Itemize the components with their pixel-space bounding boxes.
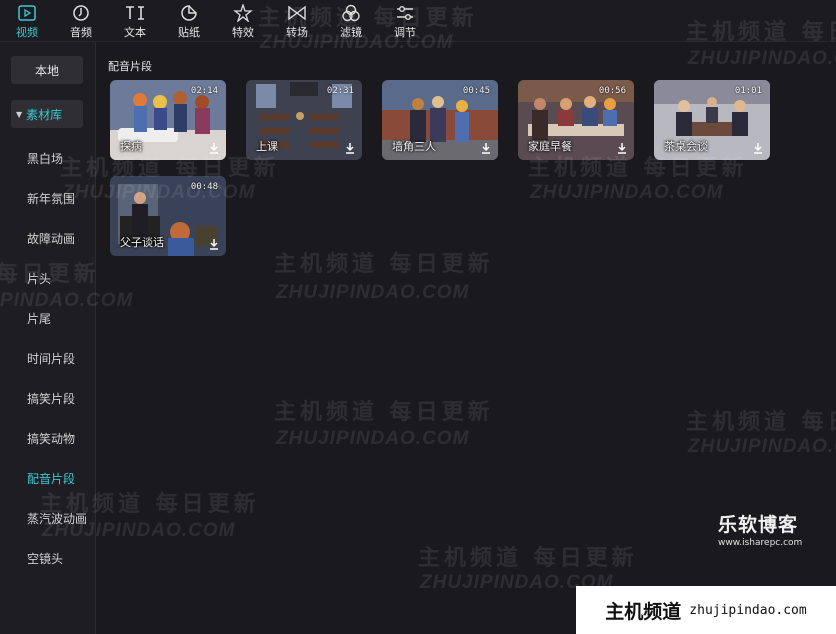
sidebar-item-black-white[interactable]: 黑白场 (27, 150, 63, 167)
clip-duration: 01:01 (734, 86, 762, 96)
tab-transition[interactable]: 转场 (270, 0, 324, 42)
effects-star-icon (232, 3, 254, 23)
music-note-icon (70, 3, 92, 23)
clip-card[interactable]: 02:14 探病 (110, 80, 226, 160)
tab-label: 特效 (232, 25, 254, 39)
clip-name: 父子谈话 (120, 236, 164, 249)
footer-badge: 主机频道 zhujipindao.com (576, 586, 836, 634)
library-button[interactable]: ▼ 素材库 (11, 100, 83, 128)
download-icon[interactable] (616, 142, 628, 154)
watermark-text: 主机频道 每日更新 (686, 409, 836, 435)
sidebar-item-new-year[interactable]: 新年氛围 (27, 190, 75, 207)
watermark-url: ZHUJIPINDAO.COM (276, 428, 470, 449)
watermark-url: ZHUJIPINDAO.COM (530, 182, 724, 203)
sidebar-item-vaporwave[interactable]: 蒸汽波动画 (27, 510, 87, 527)
clip-duration: 02:14 (190, 86, 218, 96)
video-icon (16, 3, 38, 23)
clip-name: 家庭早餐 (528, 140, 572, 153)
sidebar-item-funny-animals[interactable]: 搞笑动物 (27, 430, 75, 447)
local-button[interactable]: 本地 (11, 56, 83, 84)
sidebar-item-empty-shots[interactable]: 空镜头 (27, 550, 63, 567)
download-icon[interactable] (752, 142, 764, 154)
clip-card[interactable]: 02:31 上课 (246, 80, 362, 160)
tab-filter[interactable]: 滤镜 (324, 0, 378, 42)
brand-name: 乐软博客 (718, 514, 799, 536)
text-icon (124, 3, 146, 23)
download-icon[interactable] (480, 142, 492, 154)
download-icon[interactable] (208, 238, 220, 250)
tab-label: 音频 (70, 25, 92, 39)
library-label: 素材库 (26, 107, 63, 122)
watermark-url: ZHUJIPINDAO.COM (688, 48, 836, 69)
footer-badge-cn: 主机频道 (605, 600, 682, 623)
tab-label: 调节 (394, 25, 416, 39)
brand-logo: 乐软博客 www.isharepc.com (718, 510, 802, 548)
download-icon[interactable] (208, 142, 220, 154)
watermark-text: 主机频道 每日更新 (274, 399, 494, 425)
watermark-text: 主机频道 每日更新 (418, 545, 638, 571)
clip-name: 茶桌会谈 (664, 140, 708, 153)
brand-url: www.isharepc.com (718, 538, 803, 548)
clip-card[interactable]: 01:01 茶桌会谈 (654, 80, 770, 160)
clip-name: 墙角三人 (392, 140, 436, 153)
clip-card[interactable]: 00:45 墙角三人 (382, 80, 498, 160)
tab-effects[interactable]: 特效 (216, 0, 270, 42)
transition-icon (286, 3, 308, 23)
clip-duration: 02:31 (326, 86, 354, 96)
sidebar: 本地 ▼ 素材库 黑白场 新年氛围 故障动画 片头 片尾 时间片段 搞笑片段 搞… (0, 42, 96, 634)
watermark-url: ZHUJIPINDAO.COM (276, 282, 470, 303)
caret-down-icon: ▼ (16, 109, 23, 119)
clip-card[interactable]: 00:48 父子谈话 (110, 176, 226, 256)
sticker-icon (178, 3, 200, 23)
watermark-text: 主机频道 每日更新 (274, 251, 494, 277)
sidebar-item-time-clips[interactable]: 时间片段 (27, 350, 75, 367)
tab-sticker[interactable]: 贴纸 (162, 0, 216, 42)
tab-label: 转场 (286, 25, 308, 39)
watermark-url: ZHUJIPINDAO.COM (688, 436, 836, 457)
clip-duration: 00:45 (462, 86, 490, 96)
tab-label: 滤镜 (340, 25, 362, 39)
sidebar-item-outro[interactable]: 片尾 (27, 310, 51, 327)
clip-duration: 00:48 (190, 182, 218, 192)
tab-adjust[interactable]: 调节 (378, 0, 432, 42)
section-title: 配音片段 (108, 60, 152, 73)
filter-icon (340, 3, 362, 23)
sidebar-item-funny-clips[interactable]: 搞笑片段 (27, 390, 75, 407)
clip-duration: 00:56 (598, 86, 626, 96)
sidebar-item-dubbing-clips[interactable]: 配音片段 (27, 470, 75, 487)
sidebar-item-intro[interactable]: 片头 (27, 270, 51, 287)
tab-label: 视频 (16, 25, 38, 39)
clip-name: 探病 (120, 140, 142, 153)
tab-label: 贴纸 (178, 25, 200, 39)
clip-card[interactable]: 00:56 家庭早餐 (518, 80, 634, 160)
tab-label: 文本 (124, 25, 146, 39)
tab-audio[interactable]: 音频 (54, 0, 108, 42)
tab-video[interactable]: 视频 (0, 0, 54, 42)
download-icon[interactable] (344, 142, 356, 154)
footer-badge-url: zhujipindao.com (689, 602, 807, 618)
clip-name: 上课 (256, 140, 278, 153)
top-toolbar: 视频 音频 文本 贴纸 特效 转场 滤镜 调节 (0, 0, 836, 42)
sidebar-item-glitch[interactable]: 故障动画 (27, 230, 75, 247)
adjust-sliders-icon (394, 3, 416, 23)
tab-text[interactable]: 文本 (108, 0, 162, 42)
